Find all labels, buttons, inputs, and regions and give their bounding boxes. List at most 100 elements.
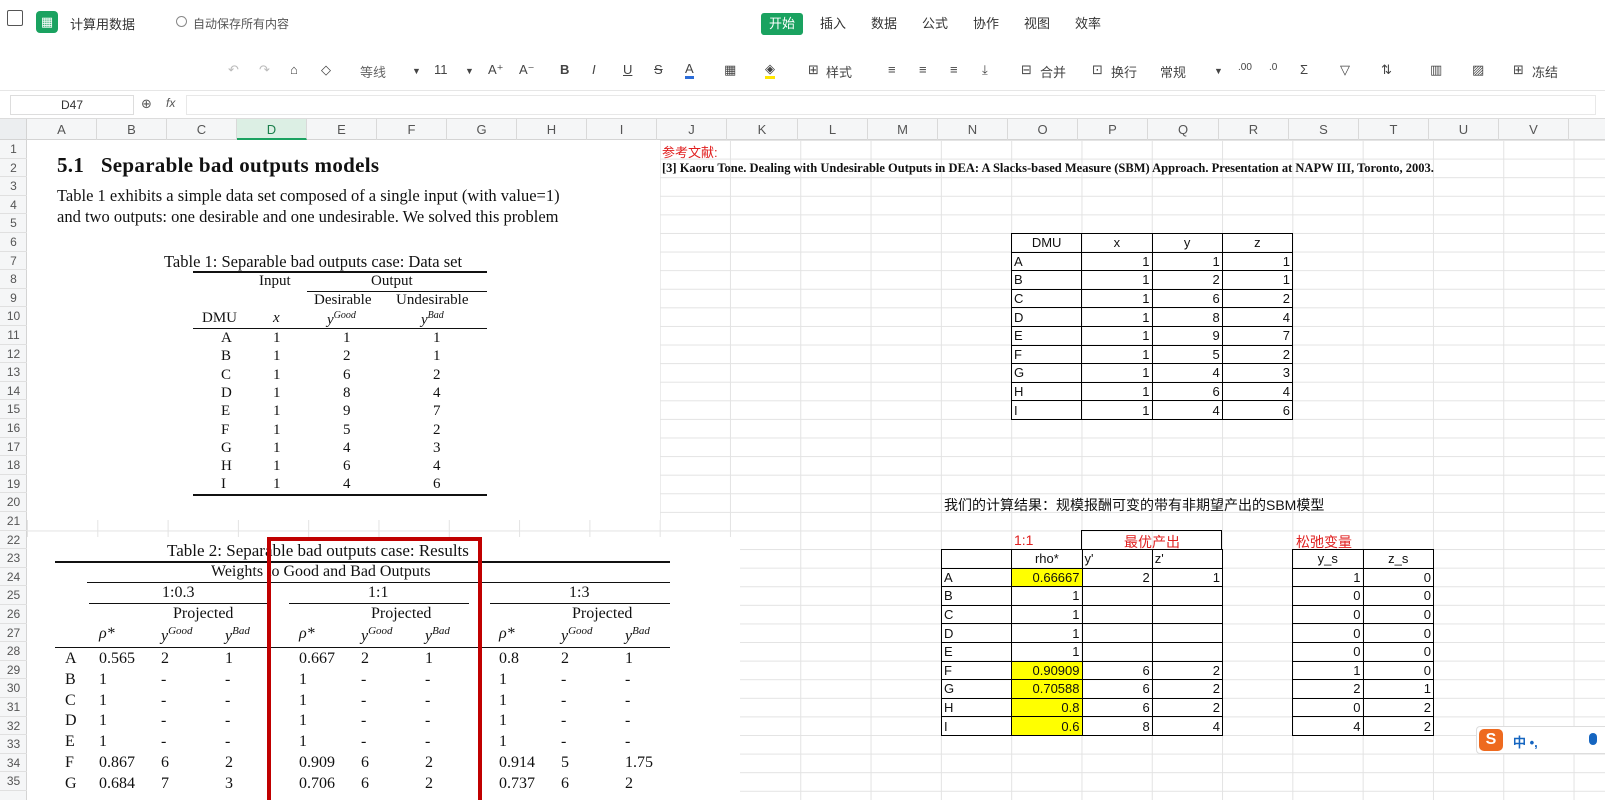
slack-cell[interactable]: 2 bbox=[1362, 697, 1434, 718]
save-icon[interactable] bbox=[7, 10, 23, 26]
size-chevron-icon[interactable]: ▼ bbox=[465, 66, 474, 76]
slack-cell[interactable]: 4 bbox=[1292, 716, 1364, 736]
results-cell[interactable]: 2 bbox=[1151, 679, 1224, 699]
data-table-cell[interactable]: 1 bbox=[1081, 381, 1153, 402]
eraser-icon[interactable]: ◇ bbox=[321, 62, 331, 78]
data-table-cell[interactable]: F bbox=[1010, 344, 1083, 365]
data-table-cell[interactable]: B bbox=[1010, 270, 1083, 290]
slack-cell[interactable]: 0 bbox=[1362, 604, 1434, 625]
data-table-cell[interactable]: 3 bbox=[1221, 363, 1294, 383]
chart-icon[interactable]: ▥ bbox=[1430, 62, 1442, 78]
col-header-S[interactable]: S bbox=[1289, 119, 1359, 140]
data-table-cell[interactable]: D bbox=[1010, 307, 1083, 327]
valign-icon[interactable]: ⤓ bbox=[982, 62, 988, 78]
zoom-icon[interactable]: ⊕ bbox=[141, 96, 152, 112]
results-header-cell[interactable]: y' bbox=[1081, 549, 1153, 569]
data-table-cell[interactable]: 1 bbox=[1081, 288, 1153, 309]
results-cell[interactable] bbox=[1151, 623, 1224, 643]
data-table-cell[interactable]: 4 bbox=[1151, 363, 1223, 383]
select-all-corner[interactable] bbox=[0, 119, 27, 140]
slack-cell[interactable]: 0 bbox=[1292, 623, 1364, 643]
align-center-icon[interactable]: ≡ bbox=[919, 62, 927, 77]
results-cell[interactable] bbox=[1081, 604, 1153, 625]
cell-style-button[interactable]: 样式 bbox=[826, 62, 852, 81]
row-header-6[interactable]: 6 bbox=[0, 233, 27, 252]
col-header-V[interactable]: V bbox=[1499, 119, 1569, 140]
results-cell[interactable] bbox=[1081, 641, 1153, 662]
row-header-2[interactable]: 2 bbox=[0, 159, 27, 178]
align-right-icon[interactable]: ≡ bbox=[950, 62, 958, 77]
results-cell[interactable]: A bbox=[940, 567, 1013, 588]
slack-cell[interactable]: 1 bbox=[1292, 660, 1364, 681]
data-table-cell[interactable]: C bbox=[1010, 288, 1083, 309]
results-cell[interactable]: H bbox=[940, 697, 1013, 718]
results-cell[interactable] bbox=[1081, 623, 1153, 643]
col-header-B[interactable]: B bbox=[97, 119, 167, 140]
size-select[interactable]: 11 bbox=[434, 62, 448, 77]
data-table-cell[interactable]: 1 bbox=[1221, 270, 1294, 290]
italic-icon[interactable]: I bbox=[592, 62, 596, 77]
col-header-D[interactable]: D bbox=[237, 119, 307, 140]
row-header-3[interactable]: 3 bbox=[0, 177, 27, 196]
col-header-E[interactable]: E bbox=[307, 119, 377, 140]
slack-cell[interactable]: 2 bbox=[1292, 679, 1364, 699]
slack-cell[interactable]: 0 bbox=[1362, 660, 1434, 681]
data-table-cell[interactable]: 6 bbox=[1151, 381, 1223, 402]
tab-efficiency[interactable]: 效率 bbox=[1067, 13, 1109, 35]
slack-header-cell[interactable]: z_s bbox=[1362, 549, 1434, 569]
slack-cell[interactable]: 0 bbox=[1362, 623, 1434, 643]
results-cell[interactable]: C bbox=[940, 604, 1013, 625]
col-header-T[interactable]: T bbox=[1359, 119, 1429, 140]
results-cell[interactable]: 2 bbox=[1151, 697, 1224, 718]
results-cell[interactable] bbox=[1151, 641, 1224, 662]
row-header-19[interactable]: 19 bbox=[0, 475, 27, 494]
slack-cell[interactable]: 0 bbox=[1362, 586, 1434, 606]
data-table-cell[interactable]: E bbox=[1010, 325, 1083, 346]
data-table-header-cell[interactable]: y bbox=[1151, 233, 1223, 253]
results-cell[interactable]: 2 bbox=[1081, 567, 1153, 588]
results-cell[interactable] bbox=[1151, 586, 1224, 606]
slack-cell[interactable]: 0 bbox=[1292, 697, 1364, 718]
data-table-cell[interactable]: 1 bbox=[1081, 270, 1153, 290]
decimal-decrease-icon[interactable]: .0 bbox=[1269, 62, 1277, 73]
results-cell[interactable]: 1 bbox=[1011, 604, 1083, 625]
results-cell[interactable]: F bbox=[940, 660, 1013, 681]
name-box[interactable]: D47 bbox=[10, 95, 134, 115]
row-header-8[interactable]: 8 bbox=[0, 270, 27, 289]
row-header-14[interactable]: 14 bbox=[0, 382, 27, 401]
row-header-23[interactable]: 23 bbox=[0, 549, 27, 568]
results-header-cell[interactable]: rho* bbox=[1011, 549, 1083, 569]
row-header-29[interactable]: 29 bbox=[0, 661, 27, 680]
row-header-32[interactable]: 32 bbox=[0, 717, 27, 736]
results-cell[interactable]: 2 bbox=[1151, 660, 1224, 681]
results-cell[interactable]: I bbox=[940, 716, 1013, 736]
sum-icon[interactable]: Σ bbox=[1300, 62, 1308, 77]
font-shrink-icon[interactable]: A⁻ bbox=[519, 62, 535, 78]
data-table-cell[interactable]: A bbox=[1010, 251, 1083, 272]
doc-title[interactable]: 计算用数据 bbox=[70, 14, 135, 33]
results-cell[interactable]: 0.70588 bbox=[1011, 679, 1083, 699]
results-cell[interactable]: 1 bbox=[1011, 586, 1083, 606]
results-cell[interactable]: 1 bbox=[1011, 641, 1083, 662]
data-table-cell[interactable]: I bbox=[1010, 400, 1083, 420]
data-table-cell[interactable]: 8 bbox=[1151, 307, 1223, 327]
strikethrough-icon[interactable]: S bbox=[654, 62, 663, 77]
data-table-cell[interactable]: 1 bbox=[1081, 344, 1153, 365]
results-cell[interactable]: E bbox=[940, 641, 1013, 662]
tab-home[interactable]: 开始 bbox=[761, 13, 804, 35]
slack-cell[interactable]: 0 bbox=[1362, 567, 1434, 588]
data-table-cell[interactable]: 7 bbox=[1221, 325, 1294, 346]
row-header-4[interactable]: 4 bbox=[0, 196, 27, 215]
data-table-cell[interactable]: 2 bbox=[1221, 288, 1294, 309]
underline-icon[interactable]: U bbox=[623, 62, 632, 77]
redo-icon[interactable]: ↷ bbox=[259, 62, 270, 78]
col-header-J[interactable]: J bbox=[657, 119, 727, 140]
data-table-cell[interactable]: 1 bbox=[1081, 251, 1153, 272]
data-table-cell[interactable]: G bbox=[1010, 363, 1083, 383]
row-header-7[interactable]: 7 bbox=[0, 252, 27, 271]
results-cell[interactable]: 0.8 bbox=[1011, 697, 1083, 718]
fill-color-icon[interactable]: ◈ bbox=[765, 62, 775, 79]
row-header-28[interactable]: 28 bbox=[0, 642, 27, 661]
tab-data[interactable]: 数据 bbox=[863, 13, 905, 35]
results-cell[interactable]: G bbox=[940, 679, 1013, 699]
